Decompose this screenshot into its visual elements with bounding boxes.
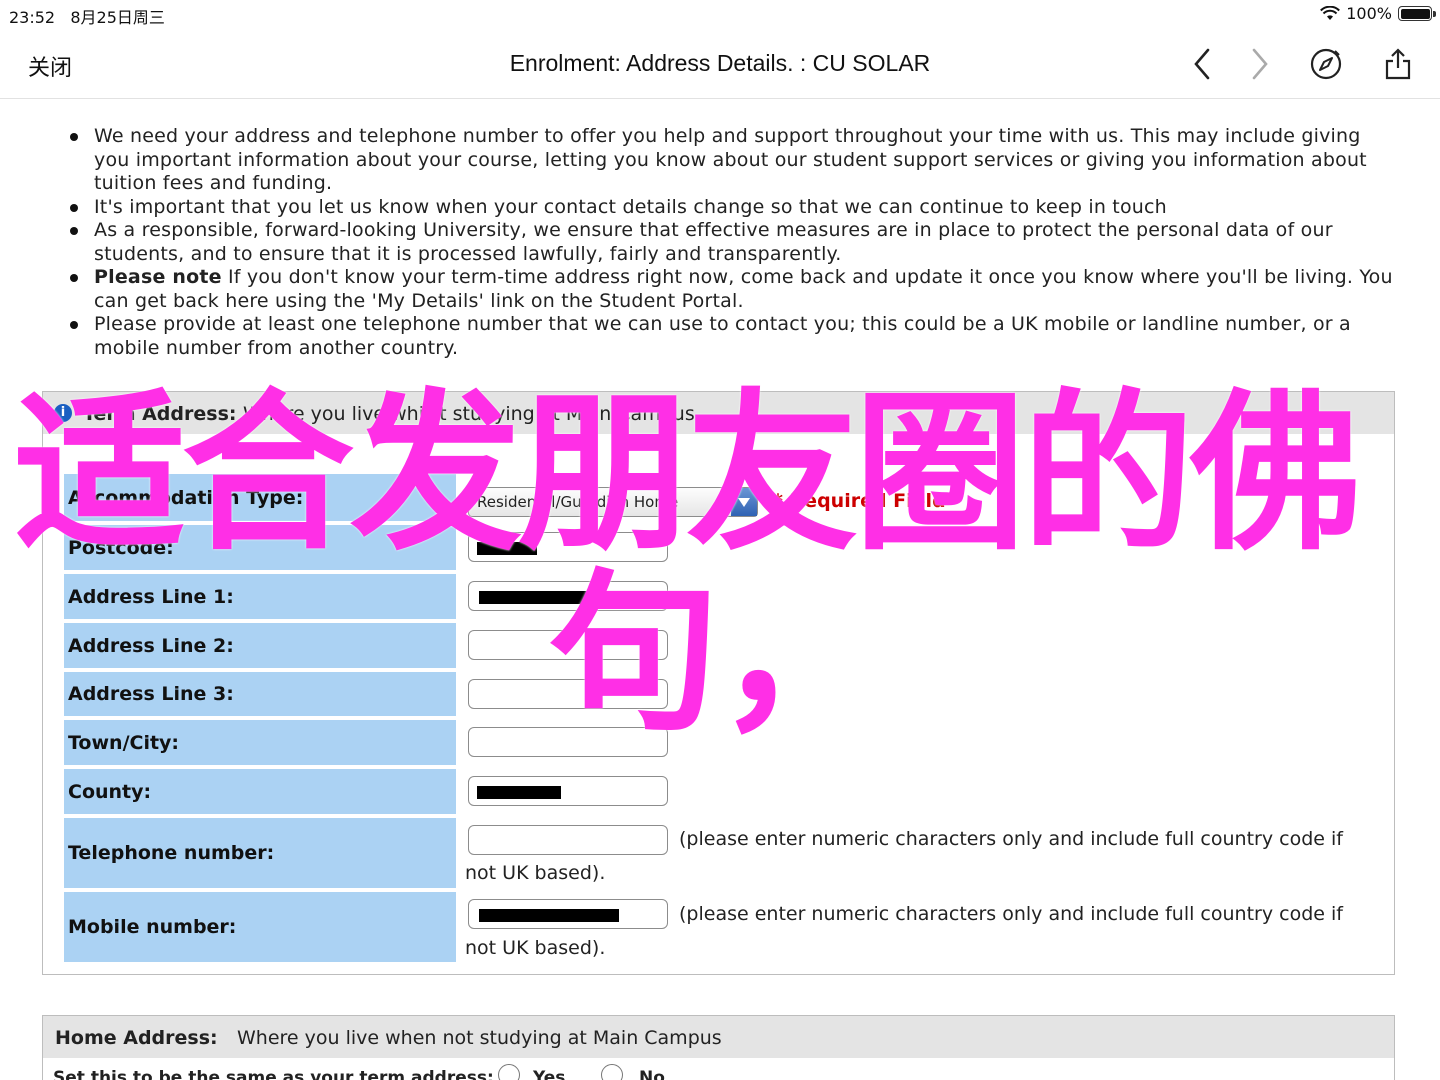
accommodation-select[interactable]: Residental/Guardian Home [468, 487, 758, 517]
redacted-value [479, 591, 659, 604]
chevron-down-icon [738, 497, 750, 507]
telephone-hint: (please enter numeric characters only an… [679, 828, 1343, 850]
term-address-header: i Term Address: Where you live whilst st… [43, 392, 1394, 434]
telephone-label: Telephone number: [64, 818, 456, 888]
list-item: As a responsible, forward-looking Univer… [70, 219, 1394, 266]
note-bold: Please note [94, 266, 222, 288]
address-line2-field[interactable] [468, 630, 668, 660]
telephone-hint-cont: not UK based). [465, 862, 606, 884]
postcode-field[interactable] [468, 532, 668, 562]
redacted-value [479, 909, 619, 922]
battery-percent: 100% [1346, 4, 1392, 23]
redacted-value [477, 786, 561, 799]
required-field-note: * Required Field [773, 490, 946, 512]
status-time: 23:52 8月25日周三 [9, 8, 165, 27]
telephone-field[interactable] [468, 825, 668, 855]
page-title: Enrolment: Address Details. : CU SOLAR [509, 50, 931, 76]
address-line3-label: Address Line 3: [64, 672, 456, 716]
same-address-question: Set this to be the same as your term add… [53, 1068, 494, 1080]
term-address-label: Term Address: [83, 403, 237, 425]
same-address-yes-radio[interactable] [498, 1064, 520, 1080]
battery-icon [1398, 6, 1436, 21]
dropdown-arrow[interactable] [731, 488, 757, 516]
share-button[interactable] [1376, 42, 1420, 86]
accommodation-value: Residental/Guardian Home [477, 493, 679, 511]
no-label: No [639, 1068, 665, 1080]
postcode-label: Postcode: [64, 525, 456, 570]
term-address-panel: i Term Address: Where you live whilst st… [42, 391, 1395, 975]
mobile-label: Mobile number: [64, 892, 456, 962]
list-item: We need your address and telephone numbe… [70, 125, 1394, 196]
status-right: 100% [1320, 4, 1436, 23]
county-field[interactable] [468, 776, 668, 806]
mobile-hint-cont: not UK based). [465, 937, 606, 959]
town-label: Town/City: [64, 720, 456, 765]
term-address-desc: Where you live whilst studying at Main C… [243, 403, 695, 425]
home-address-panel: Home Address: Where you live when not st… [42, 1015, 1395, 1080]
mobile-field[interactable] [468, 899, 668, 929]
address-line2-label: Address Line 2: [64, 623, 456, 668]
home-address-header: Home Address: Where you live when not st… [43, 1016, 1394, 1058]
county-label: County: [64, 769, 456, 814]
status-bar: 23:52 8月25日周三 100% [0, 0, 1440, 30]
nav-bar: 关闭 Enrolment: Address Details. : CU SOLA… [0, 30, 1440, 99]
address-line1-field[interactable] [468, 581, 668, 611]
town-field[interactable] [468, 727, 668, 757]
home-address-label: Home Address: [55, 1027, 218, 1049]
chevron-right-icon [1252, 48, 1268, 80]
back-button[interactable] [1180, 42, 1224, 86]
note-text: If you don't know your term-time address… [94, 266, 1393, 312]
share-icon [1385, 48, 1411, 80]
compass-icon [1310, 48, 1342, 80]
list-item: Please provide at least one telephone nu… [70, 313, 1394, 360]
info-icon: i [54, 404, 72, 422]
yes-label: Yes [533, 1068, 566, 1080]
accommodation-label: Accommodation Type: [64, 474, 456, 521]
same-address-no-radio[interactable] [601, 1064, 623, 1080]
wifi-icon [1320, 6, 1341, 20]
home-address-desc: Where you live when not studying at Main… [237, 1027, 722, 1049]
forward-button[interactable] [1238, 42, 1282, 86]
list-item: It's important that you let us know when… [70, 196, 1394, 220]
address-line1-label: Address Line 1: [64, 574, 456, 619]
list-item: Please note If you don't know your term-… [70, 266, 1394, 313]
compass-button[interactable] [1304, 42, 1348, 86]
mobile-hint: (please enter numeric characters only an… [679, 903, 1343, 925]
web-content: We need your address and telephone numbe… [0, 99, 1440, 1080]
chevron-left-icon [1194, 48, 1210, 80]
info-list: We need your address and telephone numbe… [70, 125, 1394, 360]
redacted-value [477, 542, 537, 555]
address-line3-field[interactable] [468, 679, 668, 709]
